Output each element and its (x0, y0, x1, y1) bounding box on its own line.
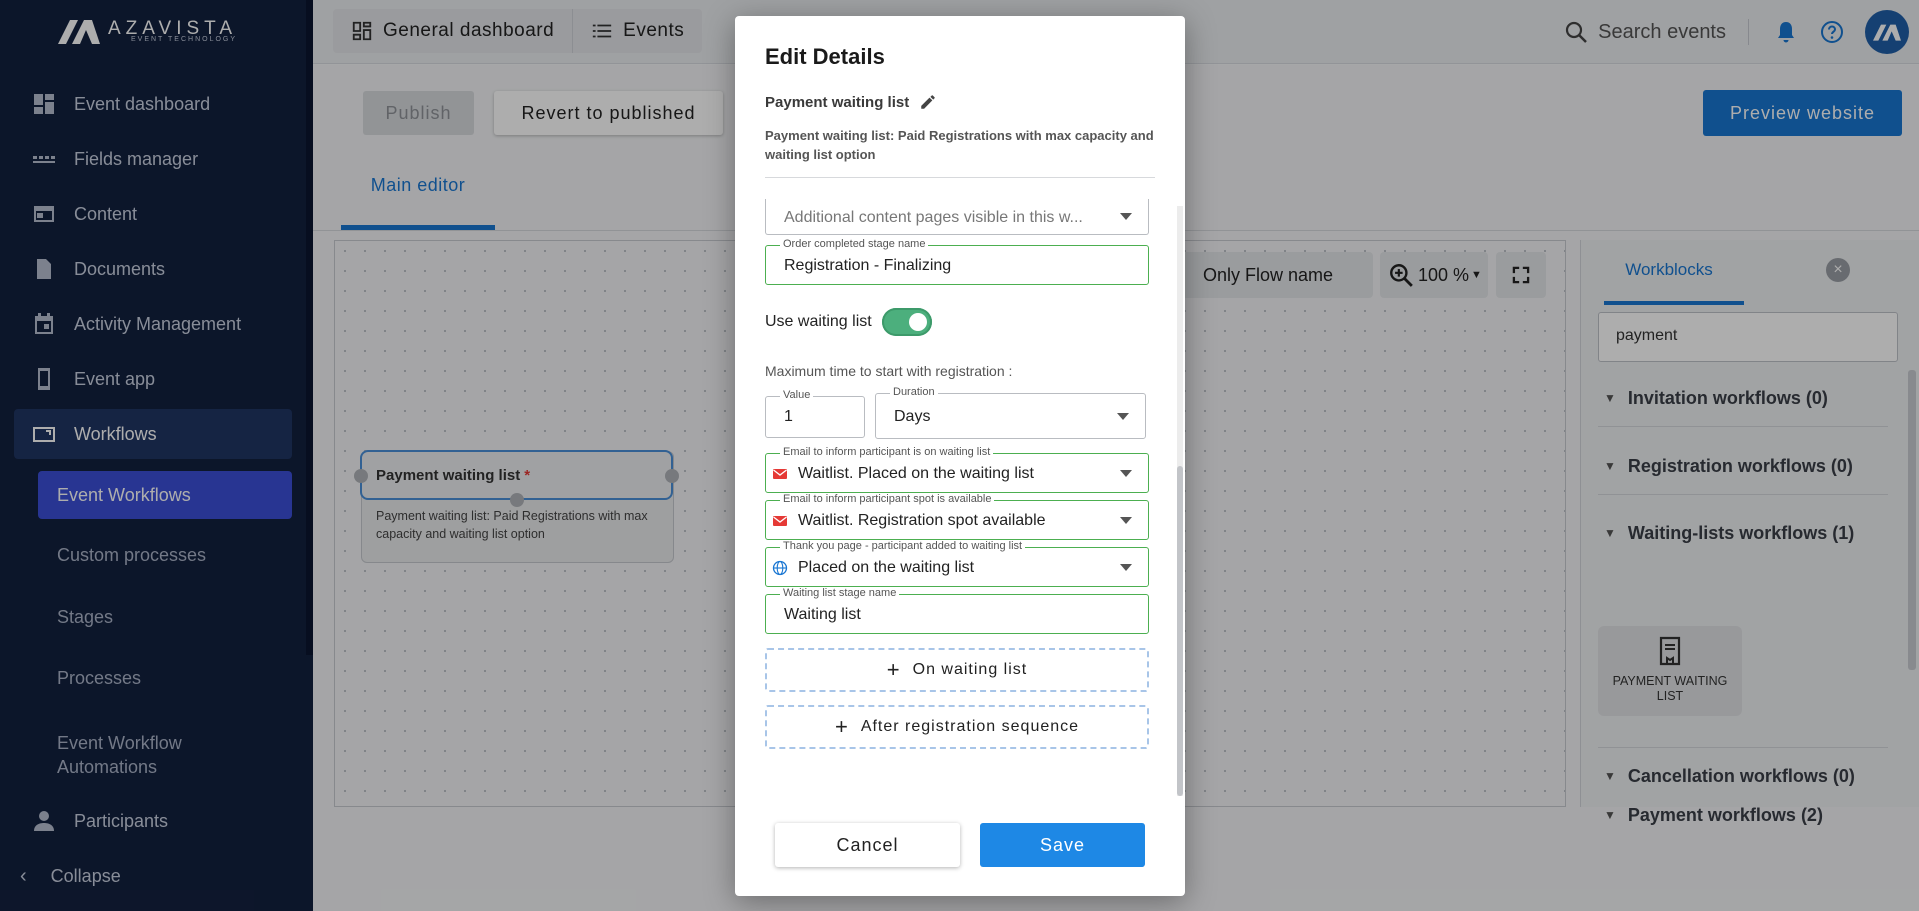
additional-content-pages-select[interactable]: Additional content pages visible in this… (765, 199, 1149, 235)
use-waiting-list-toggle[interactable] (881, 308, 932, 336)
plus-icon: + (834, 714, 849, 739)
chevron-down-icon (1120, 213, 1132, 220)
waiting-list-stage-input[interactable]: Waiting list stage name Waiting list (765, 587, 1149, 634)
email-icon (773, 469, 787, 479)
cancel-button[interactable]: Cancel (775, 823, 960, 867)
thank-you-page-select[interactable]: Thank you page - participant added to wa… (765, 540, 1149, 587)
save-button[interactable]: Save (980, 823, 1145, 867)
add-on-waiting-list-button[interactable]: + On waiting list (765, 648, 1149, 692)
email-spot-available-select[interactable]: Email to inform participant spot is avai… (765, 493, 1149, 540)
max-time-label: Maximum time to start with registration … (765, 363, 1013, 379)
pencil-icon[interactable] (919, 93, 937, 111)
email-icon (773, 516, 787, 526)
dialog-subtitle: Payment waiting list (765, 93, 910, 111)
chevron-down-icon (1120, 470, 1132, 477)
dialog-description: Payment waiting list: Paid Registrations… (765, 128, 1154, 162)
dialog-title: Edit Details (765, 44, 885, 69)
email-waiting-list-select[interactable]: Email to inform participant is on waitin… (765, 446, 1149, 493)
value-input[interactable]: Value 1 (765, 389, 865, 438)
dialog-scrollbar-thumb[interactable] (1177, 466, 1183, 796)
use-waiting-list-label: Use waiting list (765, 313, 872, 330)
chevron-down-icon (1117, 413, 1129, 420)
chevron-down-icon (1120, 564, 1132, 571)
globe-icon (772, 560, 788, 576)
add-after-registration-sequence-button[interactable]: + After registration sequence (765, 705, 1149, 749)
plus-icon: + (886, 657, 901, 682)
divider (765, 177, 1155, 178)
order-completed-stage-input[interactable]: Order completed stage name Registration … (765, 238, 1149, 285)
duration-select[interactable]: Duration Days (875, 386, 1146, 439)
edit-details-dialog: Edit Details Payment waiting list Paymen… (735, 16, 1185, 896)
chevron-down-icon (1120, 517, 1132, 524)
